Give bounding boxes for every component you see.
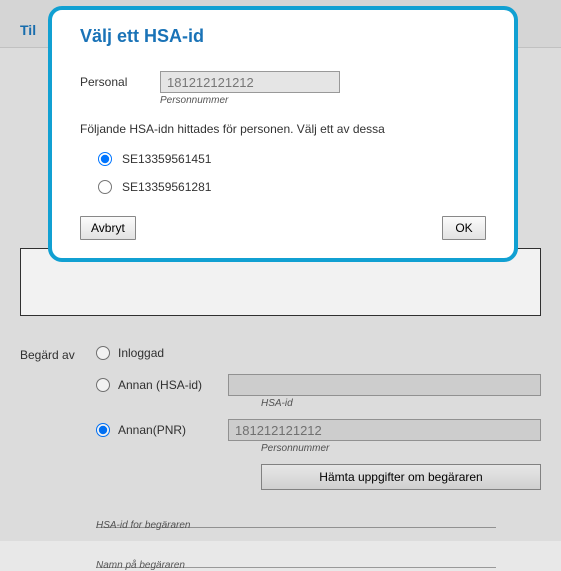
page-title-fragment: Til — [20, 22, 36, 38]
hsa-field-caption: HSA-id — [261, 398, 541, 409]
radio-annan-pnr-label: Annan(PNR) — [118, 423, 228, 437]
radio-annan-hsa-label: Annan (HSA-id) — [118, 378, 228, 392]
hsa-option-1-row[interactable]: SE13359561281 — [98, 180, 486, 194]
fetch-requester-button[interactable]: Hämta uppgifter om begäraren — [261, 464, 541, 490]
radio-inloggad-label: Inloggad — [118, 346, 228, 360]
hsa-begararen-caption: HSA-id for begäraren — [96, 520, 191, 531]
pnr-field-caption: Personnummer — [261, 443, 541, 454]
modal-personal-label: Personal — [80, 75, 160, 89]
hsa-id-field[interactable] — [228, 374, 541, 396]
modal-instruction: Följande HSA-idn hittades för personen. … — [80, 122, 486, 136]
radio-inloggad-row: Inloggad — [96, 346, 541, 360]
cancel-button[interactable]: Avbryt — [80, 216, 136, 240]
modal-footer: Avbryt OK — [80, 216, 486, 240]
fetch-button-row: Hämta uppgifter om begäraren — [261, 464, 541, 490]
hsa-begararen-row: HSA-id for begäraren — [96, 508, 496, 528]
radio-inloggad[interactable] — [96, 346, 110, 360]
hsa-option-0-radio[interactable] — [98, 152, 112, 166]
namn-begararen-row: Namn på begäraren — [96, 548, 496, 568]
begard-av-label: Begärd av — [20, 346, 96, 362]
radio-annan-pnr-row: Annan(PNR) — [96, 419, 541, 441]
namn-begararen-caption: Namn på begäraren — [96, 560, 185, 571]
radio-annan-hsa-row: Annan (HSA-id) — [96, 374, 541, 396]
hsa-option-1-label: SE13359561281 — [122, 180, 211, 194]
begard-av-row: Begärd av Inloggad Annan (HSA-id) HSA-id… — [20, 346, 541, 568]
hsa-option-0-row[interactable]: SE13359561451 — [98, 152, 486, 166]
modal-personal-caption: Personnummer — [160, 95, 486, 106]
pnr-field[interactable] — [228, 419, 541, 441]
modal-personal-row: Personal — [80, 71, 486, 93]
begard-av-controls: Inloggad Annan (HSA-id) HSA-id Annan(PNR… — [96, 346, 541, 568]
radio-annan-pnr[interactable] — [96, 423, 110, 437]
ok-button[interactable]: OK — [442, 216, 486, 240]
hsa-option-1-radio[interactable] — [98, 180, 112, 194]
modal-title: Välj ett HSA-id — [80, 26, 486, 47]
choose-hsa-modal: Välj ett HSA-id Personal Personnummer Fö… — [48, 6, 518, 262]
radio-annan-hsa[interactable] — [96, 378, 110, 392]
hsa-option-0-label: SE13359561451 — [122, 152, 211, 166]
modal-personal-field[interactable] — [160, 71, 340, 93]
